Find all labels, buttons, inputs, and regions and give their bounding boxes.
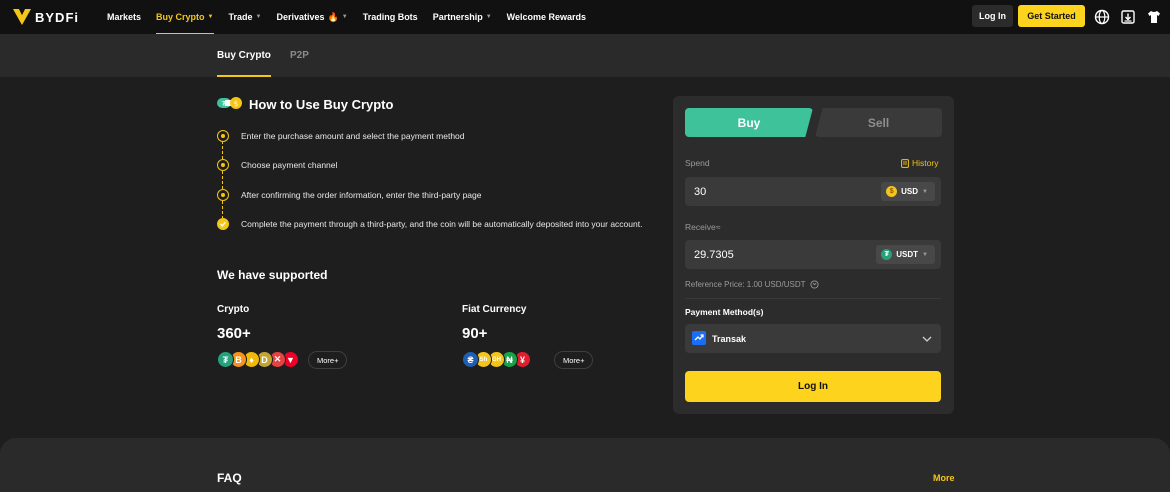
- history-icon: [901, 158, 909, 168]
- nav-item-buy-crypto[interactable]: Buy Crypto ▼: [156, 0, 214, 35]
- step-connector: [222, 201, 223, 219]
- receive-input[interactable]: 29.7305 ₮ USDT ▼: [685, 240, 941, 269]
- how-to-title: How to Use Buy Crypto: [249, 97, 394, 112]
- nav-item-markets[interactable]: Markets: [107, 0, 141, 34]
- spend-currency-label: USD: [901, 187, 919, 196]
- receive-value[interactable]: 29.7305: [694, 240, 734, 269]
- step-item: Enter the purchase amount and select the…: [217, 130, 465, 142]
- coin-icon: ₮: [217, 351, 234, 368]
- fire-icon: 🔥: [327, 11, 339, 22]
- nav-item-label: Welcome Rewards: [506, 12, 587, 22]
- nav-item-trade[interactable]: Trade ▼: [229, 0, 262, 34]
- step-text: Enter the purchase amount and select the…: [241, 131, 465, 141]
- step-connector: [222, 141, 223, 159]
- fiat-more-button[interactable]: More+: [554, 351, 594, 369]
- chevron-down-icon: ▼: [922, 188, 928, 195]
- tab-buy-crypto[interactable]: Buy Crypto: [217, 34, 271, 77]
- chevron-down-icon: ▼: [922, 251, 928, 258]
- top-navbar: BYDFi Markets Buy Crypto ▼ Trade ▼ Derivative…: [0, 0, 1170, 35]
- transak-logo-icon: [694, 334, 704, 341]
- main-nav: Markets Buy Crypto ▼ Trade ▼ Derivatives 🔥 ▼ Tra…: [107, 0, 601, 35]
- spend-label: Spend: [685, 158, 710, 168]
- payment-method-select[interactable]: Transak: [685, 324, 941, 353]
- reference-price: Reference Price: 1.00 USD/USDT: [685, 280, 819, 289]
- nav-item-label: Buy Crypto: [156, 12, 205, 22]
- chevron-down-icon: ▼: [341, 14, 348, 20]
- usdt-coin-icon: ₮: [881, 249, 893, 260]
- logo[interactable]: BYDFi: [13, 9, 79, 25]
- chevron-down-icon: [922, 336, 932, 342]
- receive-currency-label: USDT: [896, 250, 919, 259]
- check-icon: [220, 221, 227, 227]
- spend-value[interactable]: 30: [694, 177, 706, 206]
- coin-icon: ₴: [462, 351, 479, 368]
- nav-item-label: Trade: [228, 12, 253, 22]
- chevron-down-icon: ▼: [255, 14, 262, 20]
- faq-more-link[interactable]: More: [933, 473, 955, 483]
- step-dot-icon: [217, 189, 229, 201]
- payment-method-value: Transak: [712, 333, 747, 344]
- nav-item-label: Partnership: [432, 12, 483, 22]
- buy-crypto-coins-icon: ₮ $: [217, 97, 242, 109]
- fiat-label: Fiat Currency: [462, 304, 527, 315]
- login-submit-button[interactable]: Log In: [685, 371, 941, 402]
- step-item: Choose payment channel: [217, 159, 337, 171]
- nav-item-trading-bots[interactable]: Trading Bots: [363, 0, 418, 34]
- step-text: Complete the payment through a third-par…: [241, 219, 643, 229]
- history-label: History: [912, 158, 939, 168]
- crypto-more-button[interactable]: More+: [308, 351, 348, 369]
- step-item: Complete the payment through a third-par…: [217, 218, 642, 230]
- transak-icon: [692, 331, 706, 345]
- get-started-button[interactable]: Get Started: [1018, 5, 1085, 27]
- step-dot-icon: [217, 159, 229, 171]
- usd-coin-icon: $: [886, 186, 898, 197]
- crypto-count: 360+: [217, 325, 251, 342]
- svg-text:$: $: [234, 100, 238, 108]
- refresh-icon[interactable]: [809, 280, 819, 289]
- nav-item-label: Markets: [107, 12, 142, 22]
- download-icon[interactable]: [1120, 9, 1136, 25]
- tab-p2p[interactable]: P2P: [290, 34, 309, 77]
- supported-title: We have supported: [217, 268, 328, 282]
- payment-method-label: Payment Method(s): [685, 307, 764, 317]
- spend-currency-select[interactable]: $ USD ▼: [881, 182, 935, 201]
- fiat-coin-list: ₴ Sh GH ₦ ¥: [462, 351, 531, 369]
- step-dot-icon: [217, 130, 229, 142]
- step-check-icon: [217, 218, 229, 230]
- nav-item-partnership[interactable]: Partnership ▼: [433, 0, 492, 34]
- nav-item-welcome-rewards[interactable]: Welcome Rewards: [507, 0, 586, 34]
- history-link[interactable]: History: [901, 158, 938, 168]
- buy-sell-card: Buy Sell Spend History 30 $ USD ▼ Receiv…: [673, 96, 954, 414]
- chevron-down-icon: ▼: [485, 14, 492, 20]
- nav-item-label: Derivatives: [276, 12, 325, 22]
- buy-tab[interactable]: Buy: [685, 108, 813, 137]
- step-text: After confirming the order information, …: [241, 190, 482, 200]
- reference-price-text: Reference Price: 1.00 USD/USDT: [685, 280, 806, 289]
- crypto-coin-list: ₮ B ♦ D ✕ ▼: [217, 351, 299, 369]
- nav-item-derivatives[interactable]: Derivatives 🔥 ▼: [276, 0, 347, 34]
- nav-item-label: Trading Bots: [362, 12, 418, 22]
- step-connector: [222, 171, 223, 189]
- logo-mark-icon: [13, 9, 31, 25]
- shirt-icon[interactable]: [1146, 9, 1162, 25]
- crypto-label: Crypto: [217, 304, 250, 315]
- step-item: After confirming the order information, …: [217, 189, 481, 201]
- receive-label: Receive≈: [685, 222, 721, 232]
- fiat-count: 90+: [462, 325, 488, 342]
- chevron-down-icon: ▼: [207, 14, 214, 20]
- step-text: Choose payment channel: [241, 160, 338, 170]
- faq-section: [0, 438, 1170, 492]
- divider: [685, 298, 941, 299]
- globe-icon[interactable]: [1094, 9, 1110, 25]
- faq-title: FAQ: [217, 471, 242, 485]
- sell-tab[interactable]: Sell: [815, 108, 942, 137]
- receive-currency-select[interactable]: ₮ USDT ▼: [876, 245, 935, 264]
- subtab-bar: Buy Crypto P2P: [0, 34, 1170, 77]
- logo-text: BYDFi: [35, 9, 79, 25]
- spend-input[interactable]: 30 $ USD ▼: [685, 177, 941, 206]
- login-button[interactable]: Log In: [972, 5, 1013, 27]
